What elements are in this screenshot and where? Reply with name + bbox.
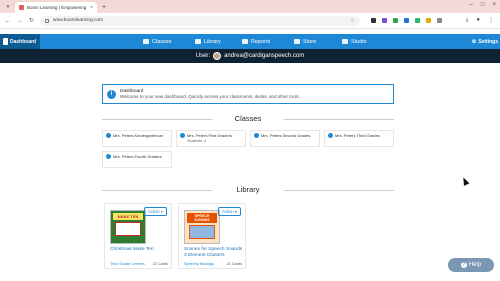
deck-author[interactable]: Speechy Musings xyxy=(184,262,214,266)
deck-card-count: 21 Cards xyxy=(226,262,242,266)
store-icon xyxy=(294,39,300,44)
nav-store[interactable]: Store xyxy=(294,34,316,49)
avatar[interactable] xyxy=(213,52,222,60)
deck-card[interactable]: SPEECH SOUNDS Action ▾ Scenes for Speech… xyxy=(178,203,246,269)
thumb-title: SPEECH SOUNDS xyxy=(187,213,217,223)
extension-icons xyxy=(371,18,442,23)
library-icon xyxy=(195,39,201,44)
forward-icon[interactable]: → xyxy=(16,18,23,24)
class-students: Students: 4 xyxy=(187,139,207,143)
tab-title: Boom Learning | Empowering xyxy=(27,5,87,10)
user-prefix: User: xyxy=(195,53,211,59)
info-icon: i xyxy=(107,89,116,99)
class-name: Mrs. Peters Kindergartenum xyxy=(113,133,164,138)
close-icon[interactable]: × xyxy=(90,5,93,11)
nav-reports[interactable]: Reports xyxy=(242,34,270,49)
studio-icon xyxy=(342,39,348,44)
reports-icon xyxy=(242,39,248,44)
help-button[interactable]: ? Help xyxy=(448,258,494,272)
browser-tab[interactable]: Boom Learning | Empowering × xyxy=(15,2,97,13)
user-bar: User: andrea@cardiganspeech.com xyxy=(0,49,500,63)
class-card[interactable]: Mrs. Peters Second Grades xyxy=(250,130,320,147)
window-close-button[interactable]: × xyxy=(492,2,496,8)
thumb-art xyxy=(189,225,215,239)
nav-studio-label: Studio xyxy=(351,38,367,45)
menu-icon[interactable]: ⋮ xyxy=(488,17,494,24)
notice-body: Welcome to your new dashboard. Quickly a… xyxy=(120,94,300,99)
mouse-cursor-icon xyxy=(460,176,470,186)
thumb-art xyxy=(115,222,141,236)
deck-thumbnail[interactable]: MAKE TEN xyxy=(110,210,146,244)
class-card[interactable]: Mrs. Peters Kindergartenum xyxy=(102,130,172,147)
nav-library-label: Library xyxy=(204,38,221,45)
library-heading: Library xyxy=(102,185,394,194)
gear-icon: ⚙ xyxy=(471,38,477,45)
deck-card[interactable]: MAKE TEN Action ▾ Christmas Make Ten Thi… xyxy=(104,203,172,269)
extension-icon[interactable] xyxy=(426,18,431,23)
lock-icon xyxy=(45,18,49,23)
extension-icon[interactable] xyxy=(393,18,398,23)
extension-icon[interactable] xyxy=(404,18,409,23)
download-icon[interactable]: ⤓ xyxy=(466,17,469,24)
settings-button[interactable]: ⚙ Settings xyxy=(472,34,498,49)
dashboard-link[interactable]: Dashboard xyxy=(0,34,40,49)
favicon-icon xyxy=(19,5,24,10)
deck-title[interactable]: Christmas Make Ten xyxy=(110,247,170,253)
class-name: Mrs. Peters First Graders xyxy=(187,133,232,138)
class-card[interactable]: Mrs. Peters First Graders Students: 4 xyxy=(176,130,246,147)
action-dropdown[interactable]: Action ▾ xyxy=(144,207,167,216)
extension-icon[interactable] xyxy=(371,18,376,23)
extension-icon[interactable] xyxy=(382,18,387,23)
reload-icon[interactable]: ↻ xyxy=(28,17,35,24)
minimize-button[interactable]: – xyxy=(470,2,473,8)
dashboard-notice: i Dashboard Welcome to your new dashboar… xyxy=(102,84,394,104)
question-icon: ? xyxy=(460,262,467,268)
maximize-button[interactable]: □ xyxy=(481,2,485,8)
class-icon xyxy=(106,154,111,159)
classes-heading: Classes xyxy=(102,114,394,123)
class-name: Mrs. Peters Fourth Graders xyxy=(113,154,162,159)
tab-list-icon[interactable]: ▾ xyxy=(3,2,13,11)
class-name: Mrs. Peters Second Grades xyxy=(261,133,311,138)
address-bar: ← → ↻ wow.boomlearning.com ☆ ⤓ ● ⋮ xyxy=(0,13,500,29)
deck-thumbnail[interactable]: SPEECH SOUNDS xyxy=(184,210,220,244)
thumb-title: MAKE TEN xyxy=(113,213,143,220)
deck-author[interactable]: Third Grade Centers xyxy=(110,262,145,266)
profile-icon[interactable]: ● xyxy=(476,17,480,24)
help-label: Help xyxy=(468,262,482,268)
browser-tab-bar: ▾ Boom Learning | Empowering × + – □ × xyxy=(0,0,500,13)
nav-classes[interactable]: Classes xyxy=(143,34,172,49)
class-icon xyxy=(106,133,111,138)
nav-classes-label: Classes xyxy=(152,38,172,45)
boom-logo-icon xyxy=(3,38,8,45)
nav-library[interactable]: Library xyxy=(195,34,221,49)
deck-title[interactable]: Scenes for Speech Sounds 3 Element Clust… xyxy=(184,247,244,258)
url-text: wow.boomlearning.com xyxy=(53,18,104,23)
class-icon xyxy=(180,133,185,138)
nav-store-label: Store xyxy=(303,38,317,45)
window-controls: – □ × xyxy=(470,2,496,8)
app-navbar: Dashboard Classes Library Reports Store … xyxy=(0,34,500,49)
nav-studio[interactable]: Studio xyxy=(342,34,367,49)
nav-reports-label: Reports xyxy=(251,38,271,45)
bookmark-star-icon[interactable]: ☆ xyxy=(351,18,355,24)
class-name: Mrs. Peters Third Grades xyxy=(335,133,380,138)
classes-icon xyxy=(143,39,149,44)
class-card[interactable]: Mrs. Peters Fourth Graders xyxy=(102,151,172,168)
action-dropdown[interactable]: Action ▾ xyxy=(218,207,241,216)
deck-card-count: 32 Cards xyxy=(152,262,168,266)
class-card[interactable]: Mrs. Peters Third Grades xyxy=(324,130,394,147)
class-icon xyxy=(254,133,259,138)
dashboard-label: Dashboard xyxy=(10,38,37,45)
settings-label: Settings xyxy=(478,38,498,45)
extension-icon[interactable] xyxy=(415,18,420,23)
url-input[interactable]: wow.boomlearning.com ☆ xyxy=(40,15,360,26)
class-icon xyxy=(328,133,333,138)
puzzle-icon[interactable] xyxy=(437,18,442,23)
back-icon[interactable]: ← xyxy=(4,18,11,24)
new-tab-button[interactable]: + xyxy=(102,4,106,11)
user-email: andrea@cardiganspeech.com xyxy=(224,53,305,59)
